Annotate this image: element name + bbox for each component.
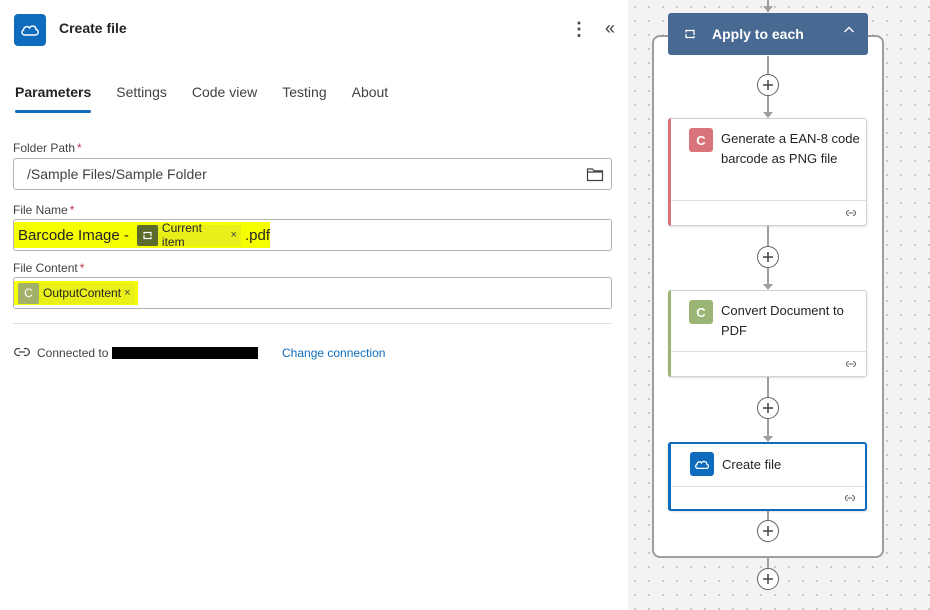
- tab-bar: Parameters Settings Code view Testing Ab…: [15, 84, 413, 114]
- card-accent: [668, 290, 671, 377]
- divider: [13, 323, 612, 324]
- file-content-label-text: File Content: [13, 261, 78, 275]
- loop-icon: [685, 29, 695, 39]
- card-footer: [672, 486, 865, 487]
- card-title: Generate a EAN-8 code barcode as PNG fil…: [721, 131, 860, 166]
- plus-icon: [763, 574, 773, 584]
- action-card-create-file[interactable]: Create file: [668, 442, 867, 511]
- add-step-button[interactable]: [757, 74, 779, 96]
- connector-c-icon: C: [689, 128, 713, 152]
- action-details-panel: Create file ⋮ « Parameters Settings Code…: [0, 0, 628, 610]
- connector-c-icon: C: [18, 282, 39, 304]
- tab-parameters[interactable]: Parameters: [15, 84, 92, 114]
- chevron-up-icon[interactable]: [842, 23, 856, 37]
- file-name-suffix: .pdf: [244, 226, 270, 244]
- plus-icon: [763, 252, 773, 262]
- connector-c-icon: C: [689, 300, 713, 324]
- current-item-token[interactable]: Current item ×: [137, 221, 241, 249]
- card-footer: [671, 351, 866, 352]
- tab-settings[interactable]: Settings: [116, 84, 167, 114]
- collapse-panel-icon[interactable]: «: [600, 17, 620, 41]
- link-icon: [844, 494, 856, 502]
- tab-testing[interactable]: Testing: [282, 84, 326, 114]
- file-name-expression: Barcode Image - Current item × .pdf: [14, 221, 270, 249]
- add-step-button[interactable]: [757, 568, 779, 590]
- folder-path-label-text: Folder Path: [13, 141, 76, 155]
- folder-path-label: Folder Path *: [13, 141, 82, 155]
- file-name-prefix: Barcode Image -: [18, 226, 134, 244]
- required-marker: *: [69, 203, 75, 217]
- required-marker: *: [79, 261, 85, 275]
- folder-path-value: /Sample Files/Sample Folder: [27, 166, 207, 182]
- connector-arrow: [763, 6, 773, 12]
- plus-icon: [763, 526, 773, 536]
- card-title: Create file: [722, 457, 782, 472]
- tab-about[interactable]: About: [352, 84, 389, 114]
- apply-to-each-header[interactable]: Apply to each: [668, 13, 868, 55]
- link-icon: [14, 347, 30, 357]
- apply-to-each-title: Apply to each: [712, 26, 804, 42]
- redacted-connection-name: [112, 347, 258, 359]
- add-step-button[interactable]: [757, 397, 779, 419]
- card-accent: [668, 442, 671, 511]
- card-title: Convert Document to PDF: [721, 303, 844, 338]
- card-footer: [671, 200, 866, 201]
- plus-icon: [763, 80, 773, 90]
- plus-icon: [763, 403, 773, 413]
- remove-token-icon[interactable]: ×: [124, 287, 130, 299]
- loop-icon: [137, 224, 158, 246]
- card-accent: [668, 118, 671, 226]
- onedrive-cloud-icon: [690, 452, 714, 476]
- panel-title: Create file: [59, 20, 127, 36]
- change-connection-link[interactable]: Change connection: [282, 346, 385, 360]
- action-card-generate-barcode[interactable]: C Generate a EAN-8 code barcode as PNG f…: [668, 118, 867, 226]
- current-item-token-label: Current item: [161, 221, 202, 249]
- flow-designer-canvas: Apply to each C Generate a EAN-8 code ba…: [628, 0, 930, 610]
- file-content-expression: C OutputContent ×: [14, 281, 138, 305]
- add-step-button[interactable]: [757, 520, 779, 542]
- link-icon: [845, 209, 857, 217]
- remove-token-icon[interactable]: ×: [231, 229, 237, 241]
- add-step-button[interactable]: [757, 246, 779, 268]
- folder-icon[interactable]: [586, 166, 604, 182]
- file-name-label: File Name *: [13, 203, 74, 217]
- output-content-token[interactable]: C OutputContent ×: [18, 282, 135, 304]
- onedrive-cloud-icon: [14, 14, 46, 46]
- action-card-convert-document[interactable]: C Convert Document to PDF: [668, 290, 867, 377]
- more-options-icon[interactable]: ⋮: [570, 17, 588, 41]
- folder-path-input[interactable]: /Sample Files/Sample Folder: [13, 158, 612, 190]
- file-content-label: File Content *: [13, 261, 84, 275]
- tab-code-view[interactable]: Code view: [192, 84, 257, 114]
- output-content-token-label: OutputContent: [43, 286, 122, 300]
- file-name-label-text: File Name: [13, 203, 68, 217]
- connected-to-label: Connected to: [37, 346, 109, 360]
- required-marker: *: [77, 141, 82, 155]
- link-icon: [845, 360, 857, 368]
